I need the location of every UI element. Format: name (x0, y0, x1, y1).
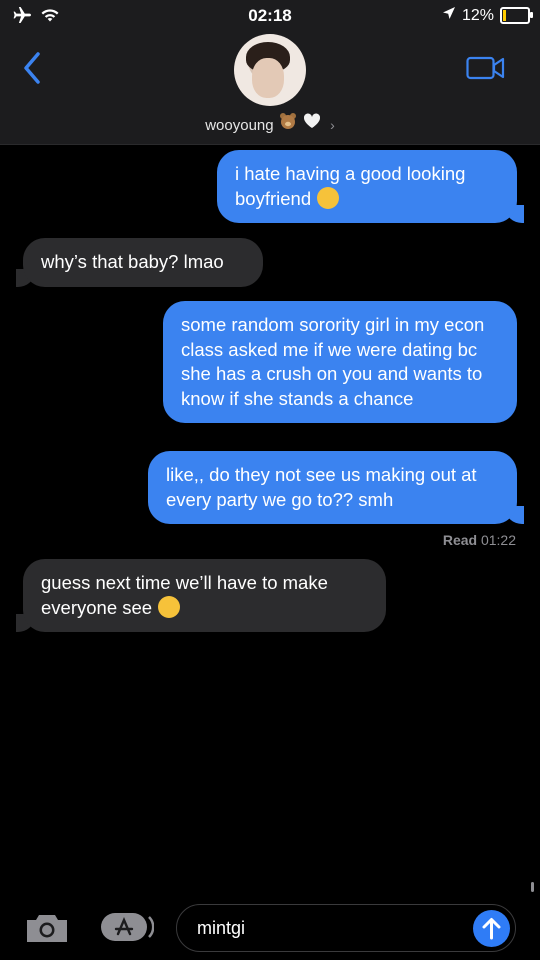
status-bar: 02:18 12% (0, 0, 540, 32)
message-text: some random sorority girl in my econ cla… (181, 314, 485, 409)
read-label: Read (442, 532, 478, 548)
message-bubble-received[interactable]: guess next time we’ll have to make every… (16, 559, 386, 632)
composer-bar: mintgi (0, 896, 540, 960)
camera-button[interactable] (24, 912, 70, 944)
battery-icon (500, 7, 533, 24)
message-text: why’s that baby? lmao (41, 251, 224, 272)
contact-avatar[interactable] (234, 34, 306, 106)
back-button[interactable] (18, 50, 48, 86)
contact-name-row[interactable]: wooyoung › (0, 112, 540, 134)
avatar-face (252, 58, 284, 98)
message-bubble-sent[interactable]: i hate having a good looking boyfriend (217, 150, 524, 223)
message-text: i hate having a good looking boyfriend (235, 163, 466, 209)
white-heart-icon (302, 113, 326, 134)
send-button[interactable] (473, 910, 510, 947)
video-camera-icon (466, 56, 505, 80)
read-receipt: Read 01:22 (443, 532, 516, 548)
conversation-header: 02:18 12% wooyoung › (0, 0, 540, 145)
send-arrow-icon (482, 918, 501, 940)
battery-percent: 12% (461, 6, 494, 24)
read-time: 01:22 (480, 532, 516, 548)
message-text: like,, do they not see us making out at … (166, 464, 477, 510)
contact-name: wooyoung (205, 117, 274, 134)
bear-emoji-icon (278, 113, 302, 134)
message-bubble-sent[interactable]: some random sorority girl in my econ cla… (163, 301, 517, 423)
unamused-face-icon (317, 186, 340, 209)
app-store-icon (101, 913, 155, 941)
winking-face-icon (158, 595, 181, 618)
message-bubble-received[interactable]: why’s that baby? lmao (16, 238, 263, 287)
back-chevron-icon (24, 52, 40, 84)
camera-icon (27, 915, 67, 942)
message-text: guess next time we’ll have to make every… (41, 572, 328, 618)
message-bubble-sent[interactable]: like,, do they not see us making out at … (148, 451, 524, 524)
status-right: 12% (442, 6, 533, 25)
message-input[interactable]: mintgi (176, 904, 516, 952)
battery-level (503, 10, 506, 21)
facetime-video-button[interactable] (466, 54, 506, 87)
chevron-right-icon: › (330, 117, 335, 133)
location-icon (442, 6, 456, 25)
scrollbar[interactable] (531, 882, 534, 892)
message-input-value: mintgi (197, 918, 246, 938)
app-store-button[interactable] (100, 912, 155, 942)
